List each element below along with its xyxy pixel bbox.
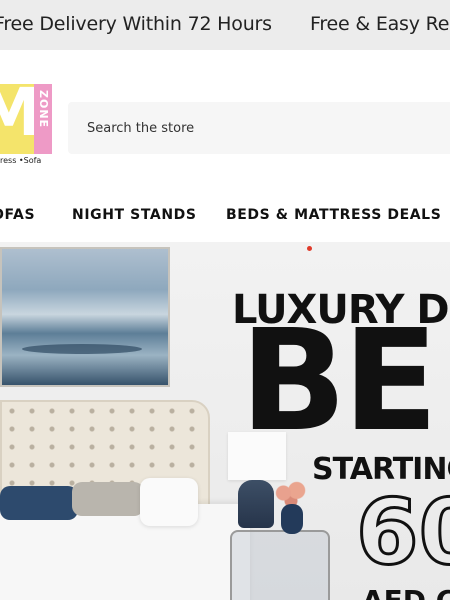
hero-banner[interactable]: LUXURY DIS BE STARTING 60 AED C <box>0 242 450 600</box>
announcement-delivery: Free Delivery Within 72 Hours <box>0 13 272 35</box>
pillow-image <box>140 478 198 526</box>
announcement-returns: Free & Easy Re <box>310 13 450 35</box>
logo[interactable]: M ZONE ress •Sofa <box>0 84 58 164</box>
site-header: M ZONE ress •Sofa <box>0 50 450 190</box>
wall-painting-image <box>0 247 170 387</box>
slider-indicator-dot[interactable] <box>307 246 312 251</box>
side-table-image <box>230 530 330 600</box>
promo-currency: AED C <box>362 584 450 600</box>
pillow-image <box>72 482 144 516</box>
promo-big-word: BE <box>240 300 438 463</box>
nav-item-sofas[interactable]: OFAS <box>0 207 35 223</box>
announcement-bar: Free Delivery Within 72 Hours Free & Eas… <box>0 0 450 50</box>
flowers-image <box>272 480 310 506</box>
logo-word: ZONE <box>37 90 50 129</box>
nav-item-night-stands[interactable]: NIGHT STANDS <box>72 207 197 223</box>
vase-image <box>281 504 303 534</box>
search-box[interactable] <box>68 102 450 154</box>
logo-letter: M <box>0 84 34 151</box>
nav-item-beds-mattress-deals[interactable]: BEDS & MATTRESS DEALS <box>226 207 441 223</box>
main-nav: OFAS NIGHT STANDS BEDS & MATTRESS DEALS <box>0 190 450 242</box>
promo-price-outline: 60 <box>354 480 450 585</box>
logo-m-block: M <box>0 84 34 154</box>
pillow-image <box>0 486 78 520</box>
lamp-base-image <box>238 480 274 528</box>
logo-tagline: ress •Sofa <box>0 156 42 164</box>
search-input[interactable] <box>68 102 450 154</box>
